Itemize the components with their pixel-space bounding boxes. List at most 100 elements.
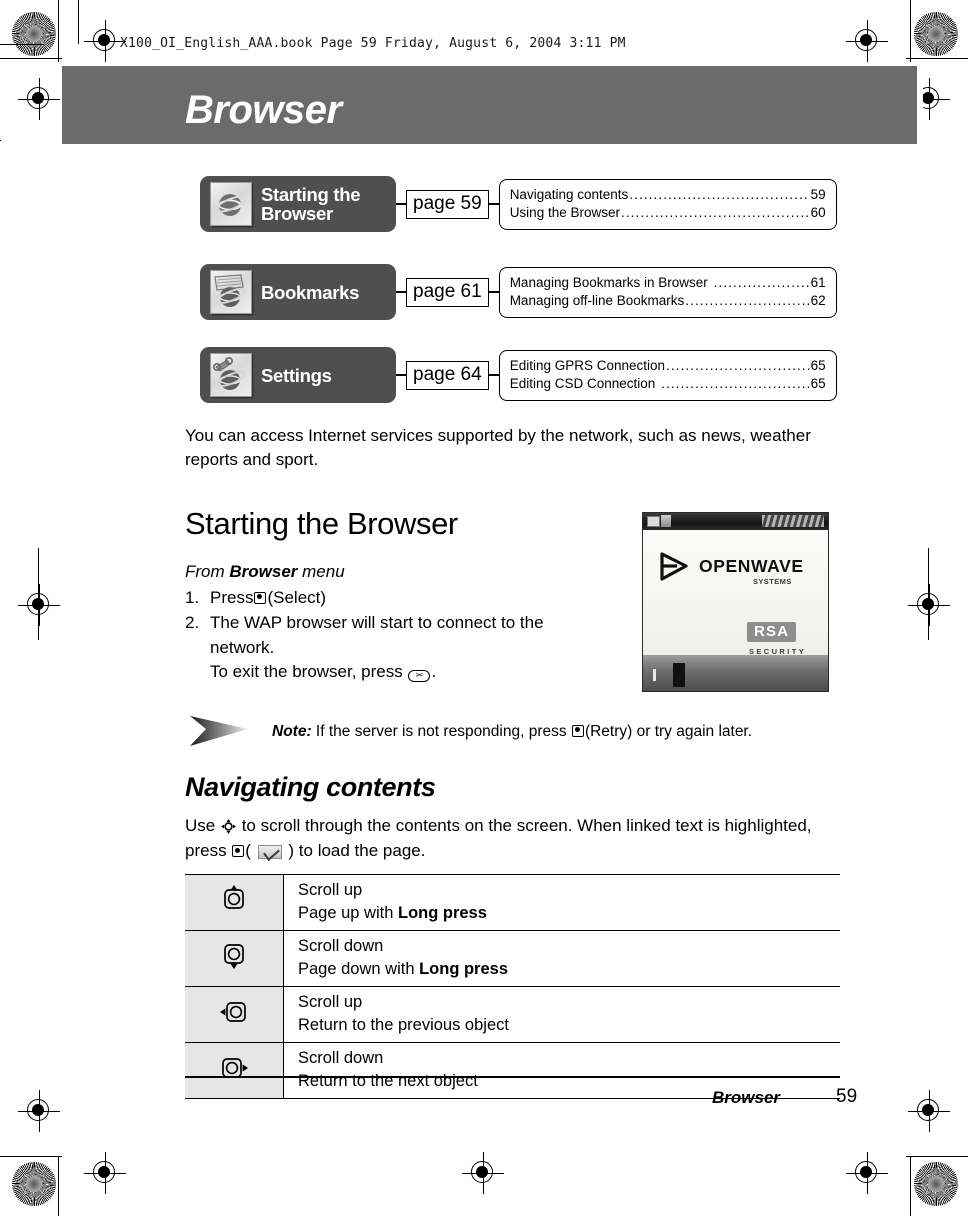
- toc-entry-page: 60: [810, 204, 826, 220]
- toc-entry-page: 65: [810, 357, 826, 373]
- chapter-title: Browser: [185, 88, 342, 132]
- step-text: Press (Select): [210, 587, 327, 607]
- toc-entry[interactable]: Editing GPRS Connection ................…: [510, 357, 826, 375]
- toc-leader-dots: ........................................…: [629, 186, 809, 202]
- steps-from-prefix: From: [185, 562, 230, 581]
- nav-para-part1: Use: [185, 816, 220, 835]
- print-file-header: X100_OI_English_AAA.book Page 59 Friday,…: [120, 36, 626, 51]
- crop-line-top-left-h2: [0, 44, 44, 46]
- step-line3-prefix: To exit the browser, press: [210, 662, 408, 681]
- openwave-splash-screenshot: OPENWAVE SYSTEMS RSA SECURITY: [642, 512, 829, 692]
- crop-tick-left-middle: [38, 548, 40, 640]
- bookmarks-globe-icon: [210, 270, 252, 314]
- toc-entry-page: 65: [810, 375, 826, 391]
- connector-line: [396, 203, 406, 205]
- overview-toc-box: Managing Bookmarks in Browser ..........…: [498, 266, 837, 318]
- toc-entry-label: Managing off-line Bookmarks: [509, 292, 685, 308]
- intro-paragraph: You can access Internet services support…: [185, 426, 811, 469]
- toc-entry[interactable]: Editing CSD Connection .................…: [510, 375, 826, 393]
- table-row: Scroll down Page down with Long press: [185, 930, 840, 987]
- registration-cross-left-upper: [18, 78, 60, 120]
- toc-leader-dots: ........................................…: [685, 292, 809, 308]
- key-desc-line2-prefix: Return to the previous object: [298, 1016, 509, 1034]
- end-call-key-icon: ✂: [408, 670, 431, 682]
- key-desc-line2: Page down with Long press: [298, 958, 840, 981]
- key-desc-line2: Return to the previous object: [298, 1014, 840, 1037]
- overview-toc-box: Editing GPRS Connection ................…: [498, 349, 837, 401]
- overview-card-label-line2: Browser: [261, 203, 333, 224]
- phone-softkey-bar: [643, 655, 828, 691]
- footer-rule: [185, 1076, 840, 1078]
- openwave-logo-icon: [660, 552, 688, 581]
- toc-entry[interactable]: Using the Browser ......................…: [510, 204, 826, 222]
- toc-entry[interactable]: Navigating contents ....................…: [510, 186, 826, 204]
- crop-line-top-right-v: [910, 0, 912, 62]
- openwave-wordmark: OPENWAVE: [699, 556, 804, 576]
- toc-leader-dots: ........................................…: [661, 375, 810, 391]
- overview-card-bookmarks[interactable]: Bookmarks: [200, 264, 396, 320]
- connector-line: [488, 291, 499, 293]
- overview-card-starting-the-browser[interactable]: Starting the Browser: [200, 176, 396, 232]
- toc-entry[interactable]: Managing off-line Bookmarks ............…: [510, 292, 826, 310]
- overview-card-label: Starting the Browser: [261, 185, 360, 223]
- overview-page-chip[interactable]: page 61: [406, 277, 489, 307]
- key-desc-line2: Page up with Long press: [298, 902, 840, 925]
- table-cell-key: [185, 874, 284, 931]
- openwave-subtitle: SYSTEMS: [753, 577, 792, 586]
- crop-line-top-left-v2: [78, 0, 80, 44]
- toc-leader-dots: ........................................…: [713, 274, 810, 290]
- key-desc-line2-prefix: Return to the next object: [298, 1072, 478, 1090]
- note-text: Note: If the server is not responding, p…: [272, 721, 752, 742]
- step-item: 2. The WAP browser will start to connect…: [185, 611, 635, 685]
- toc-entry[interactable]: Managing Bookmarks in Browser ..........…: [510, 274, 826, 292]
- table-cell-key: [185, 930, 284, 987]
- key-desc-line1: Scroll down: [298, 937, 384, 955]
- soft-key-check-icon: [257, 845, 282, 859]
- note-arrow-icon: [190, 716, 248, 746]
- overview-card-settings[interactable]: Settings: [200, 347, 396, 403]
- status-right-indicators: [762, 515, 824, 527]
- step-line3-suffix: .: [431, 662, 437, 681]
- signal-icon: [647, 516, 660, 527]
- note-label: Note:: [272, 722, 312, 740]
- toc-entry-label: Navigating contents: [509, 186, 629, 202]
- overview-row-settings[interactable]: Settings page 64 Editing GPRS Connection…: [200, 347, 837, 403]
- registration-cross-bottom-right: [846, 1152, 888, 1194]
- registration-rosette-top-right: [914, 12, 958, 56]
- crop-line-bottom-left-h: [0, 1156, 62, 1158]
- key-desc-line2-bold: Long press: [397, 904, 487, 922]
- crop-tick-right-middle: [928, 548, 930, 640]
- toc-entry-page: 62: [810, 292, 826, 308]
- connector-line: [396, 291, 406, 293]
- table-row: Scroll up Return to the previous object: [185, 986, 840, 1043]
- crop-line-bottom-right-h: [906, 1156, 968, 1158]
- registration-rosette-bottom-left: [12, 1162, 56, 1206]
- navigating-paragraph: Use to scroll through the contents on th…: [185, 813, 825, 863]
- nav-key-up-icon: [218, 885, 250, 915]
- overview-page-chip[interactable]: page 59: [406, 189, 489, 219]
- overview-page-chip[interactable]: page 64: [406, 360, 489, 390]
- table-row: Scroll up Page up with Long press: [185, 874, 840, 931]
- key-desc-line1: Scroll up: [298, 993, 363, 1011]
- overview-toc-box: Navigating contents ....................…: [498, 178, 837, 230]
- nav-key-right-icon: [218, 1053, 250, 1083]
- note-block: Note: If the server is not responding, p…: [190, 714, 840, 748]
- registration-cross-bottom-center: [462, 1152, 504, 1194]
- overview-row-bookmarks[interactable]: Bookmarks page 61 Managing Bookmarks in …: [200, 264, 837, 320]
- navigation-key-icon: [220, 819, 236, 834]
- step-item: 1. Press (Select): [185, 586, 635, 611]
- globe-browser-icon: [210, 182, 252, 226]
- select-key-icon: [232, 845, 245, 857]
- table-cell-description: Scroll down Page down with Long press: [283, 930, 840, 987]
- toc-entry-label: Editing CSD Connection: [509, 375, 656, 391]
- battery-icon: [661, 515, 671, 527]
- overview-row-starting-the-browser[interactable]: Starting the Browser page 59 Navigating …: [200, 176, 837, 232]
- step-number: 2.: [185, 613, 200, 632]
- registration-rosette-bottom-right: [914, 1162, 958, 1206]
- section-heading-starting-the-browser: Starting the Browser: [185, 506, 458, 541]
- step-line2: network.: [210, 637, 275, 657]
- nav-para-part3: (: [245, 841, 256, 860]
- note-text-after: (Retry) or try again later.: [584, 722, 753, 740]
- step-text: The WAP browser will start to connect to…: [210, 611, 635, 685]
- crop-line-top-left-h: [0, 58, 62, 60]
